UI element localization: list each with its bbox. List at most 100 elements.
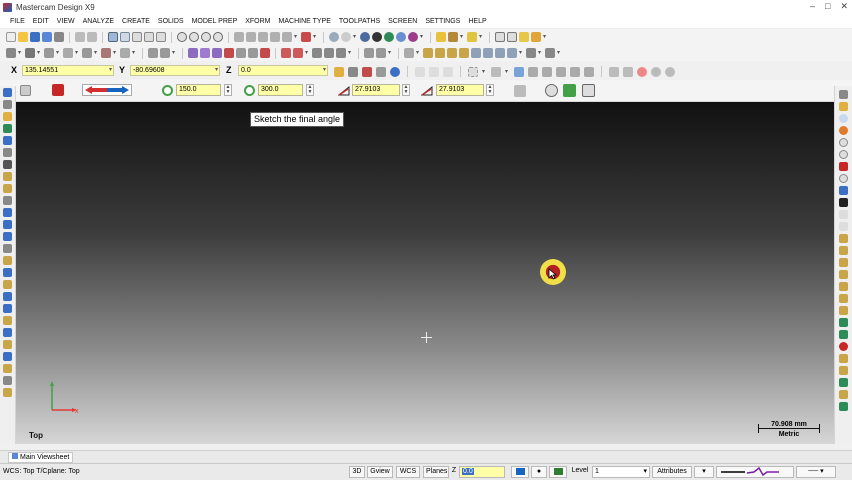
left-tool-icon-22[interactable] [3, 340, 12, 349]
body-select-icon[interactable] [570, 66, 580, 77]
left-tool-icon-19[interactable] [3, 304, 12, 313]
right-tool-icon-16[interactable] [839, 270, 848, 279]
apply-plus-icon[interactable] [545, 84, 558, 97]
redo-icon[interactable] [87, 32, 97, 42]
wireframe-sphere-icon[interactable] [329, 32, 339, 42]
clear-color-icon[interactable] [637, 66, 647, 77]
right-tool-icon-20[interactable] [839, 318, 848, 327]
menu-help[interactable]: HELP [464, 18, 490, 25]
xform-rotate-icon[interactable] [212, 48, 222, 58]
rotate-view-icon[interactable] [301, 32, 311, 42]
zoom-target-icon[interactable] [132, 32, 142, 42]
tool-manager-icon[interactable] [545, 48, 555, 58]
xform-scale-icon[interactable] [224, 48, 234, 58]
menu-machine-type[interactable]: MACHINE TYPE [275, 18, 335, 25]
right-tool-icon-22[interactable] [839, 342, 848, 351]
verify-select-icon[interactable] [514, 66, 524, 77]
spline-icon[interactable] [82, 48, 92, 58]
left-tool-icon-23[interactable] [3, 352, 12, 361]
right-tool-icon-18[interactable] [839, 294, 848, 303]
xform-project-icon[interactable] [248, 48, 258, 58]
cube-back-icon[interactable] [282, 32, 292, 42]
right-tool-icon-8[interactable] [839, 174, 848, 183]
right-tool-icon-25[interactable] [839, 378, 848, 387]
ok-check-icon[interactable] [563, 84, 576, 97]
save-as-icon[interactable] [42, 32, 52, 42]
brush-icon[interactable] [448, 32, 458, 42]
face-select-icon[interactable] [542, 66, 552, 77]
undo-icon[interactable] [75, 32, 85, 42]
left-tool-icon-24[interactable] [3, 364, 12, 373]
left-tool-icon-10[interactable] [3, 196, 12, 205]
right-tool-icon-15[interactable] [839, 258, 848, 267]
left-tool-icon-21[interactable] [3, 328, 12, 337]
grid-icon[interactable] [404, 48, 414, 58]
fit-screen-icon[interactable] [108, 32, 118, 42]
right-tool-icon-5[interactable] [839, 138, 848, 147]
line-style-dropdown[interactable] [716, 466, 794, 478]
chain-icon[interactable] [519, 32, 529, 42]
backplot-icon[interactable] [495, 48, 505, 58]
left-tool-icon-14[interactable] [3, 244, 12, 253]
attributes-button[interactable]: Attributes [652, 466, 692, 478]
left-tool-icon-6[interactable] [3, 148, 12, 157]
point-style-button[interactable]: ● [531, 466, 547, 478]
left-tool-icon-18[interactable] [3, 292, 12, 301]
render-sphere-icon[interactable] [360, 32, 370, 42]
point-icon[interactable] [6, 48, 16, 58]
solid-chamfer-icon[interactable] [324, 48, 334, 58]
menu-edit[interactable]: EDIT [29, 18, 53, 25]
post-icon[interactable] [507, 48, 517, 58]
loop-select-icon[interactable] [584, 66, 594, 77]
gview-front-icon[interactable] [201, 32, 211, 42]
autocursor-settings-icon[interactable] [376, 66, 386, 77]
xform-mirror-icon[interactable] [200, 48, 210, 58]
minimize-button[interactable]: – [810, 1, 815, 12]
diameter-spinner[interactable]: ▲ ▼ [306, 84, 314, 96]
arc-icon[interactable] [63, 48, 73, 58]
end-angle-input[interactable]: 27.9103 [436, 84, 484, 96]
green-sphere-icon[interactable] [384, 32, 394, 42]
left-tool-icon-17[interactable] [3, 280, 12, 289]
solid-pick-icon[interactable] [623, 66, 633, 77]
left-tool-icon-26[interactable] [3, 388, 12, 397]
start-angle-spinner[interactable]: ▲ ▼ [402, 84, 410, 96]
wand-icon[interactable] [467, 32, 477, 42]
select-only-icon[interactable] [429, 66, 439, 77]
solid-shell-icon[interactable] [336, 48, 346, 58]
right-tool-icon-7[interactable] [839, 162, 848, 171]
left-tool-icon-2[interactable] [3, 100, 12, 109]
machine-icon[interactable] [526, 48, 536, 58]
wcs-button[interactable]: WCS [396, 466, 420, 478]
cube-iso-icon[interactable] [234, 32, 244, 42]
left-tool-icon-9[interactable] [3, 184, 12, 193]
gview-side-icon[interactable] [213, 32, 223, 42]
y-coordinate-input[interactable]: -80.69608 ▾ [130, 65, 220, 76]
end-angle-spinner[interactable]: ▲ ▼ [486, 84, 494, 96]
main-viewsheet-tab[interactable]: Main Viewsheet [8, 452, 74, 463]
right-tool-icon-4[interactable] [839, 126, 848, 135]
menu-xform[interactable]: XFORM [241, 18, 274, 25]
solid-extrude-icon[interactable] [281, 48, 291, 58]
wrench-icon[interactable] [514, 85, 526, 97]
left-tool-icon-25[interactable] [3, 376, 12, 385]
toolpath-icon[interactable] [471, 48, 481, 58]
right-tool-icon-3[interactable] [839, 114, 848, 123]
back-face-icon[interactable] [609, 66, 619, 77]
xform-offset-icon[interactable] [236, 48, 246, 58]
stock-setup-icon[interactable] [435, 48, 445, 58]
maximize-button[interactable]: □ [825, 1, 830, 12]
zoom-out-icon[interactable] [156, 32, 166, 42]
menu-settings[interactable]: SETTINGS [421, 18, 464, 25]
point-type-dropdown[interactable]: ▾ [694, 466, 714, 478]
zoom-in-icon[interactable] [144, 32, 154, 42]
translucency-icon[interactable] [408, 32, 418, 42]
shaded-sphere-icon[interactable] [341, 32, 351, 42]
zoom-window-icon[interactable] [120, 32, 130, 42]
left-tool-icon-20[interactable] [3, 316, 12, 325]
planes-button[interactable]: Planes [423, 466, 449, 478]
line-width-dropdown[interactable]: ── ▾ [796, 466, 836, 478]
stock-model-icon[interactable] [447, 48, 457, 58]
left-tool-icon-11[interactable] [3, 208, 12, 217]
dimension-icon[interactable] [364, 48, 374, 58]
